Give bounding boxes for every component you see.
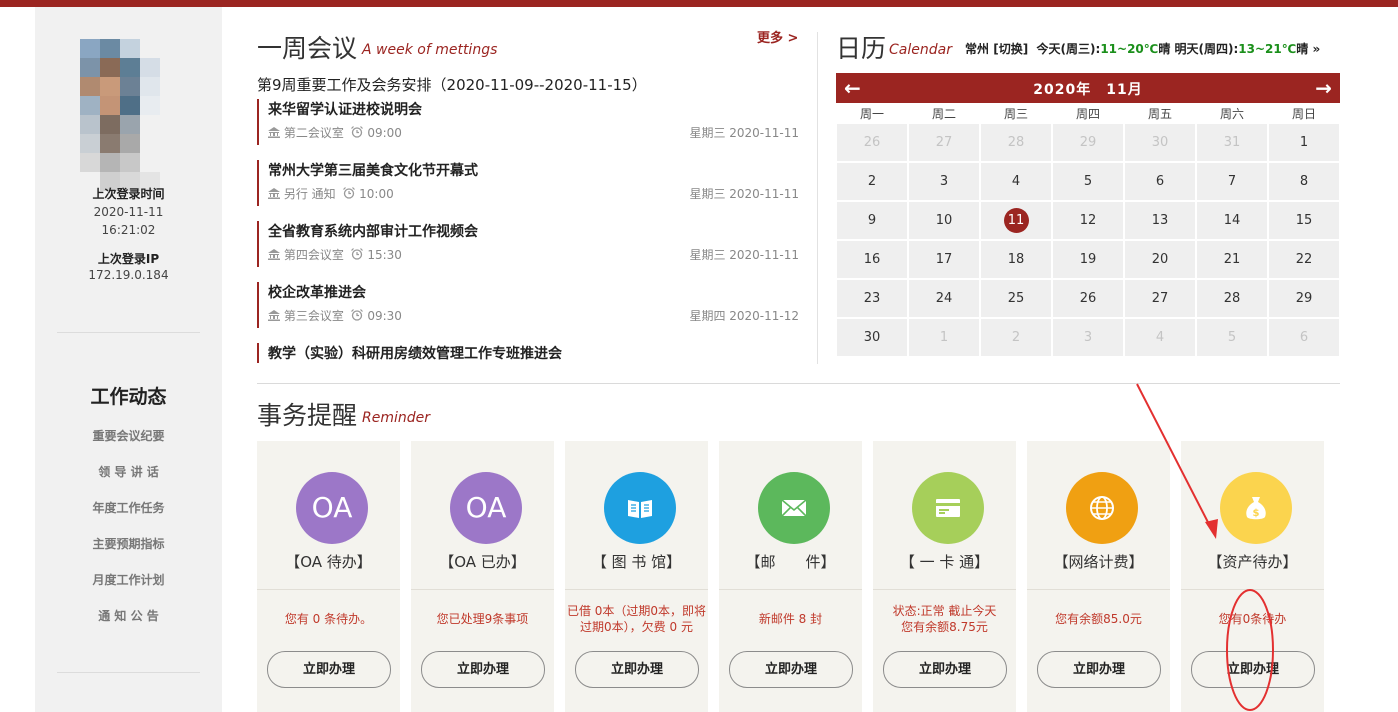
annotation-arrow-line — [1136, 383, 1214, 533]
annotation-arrow-head — [1205, 519, 1218, 539]
annotation-circle — [1226, 589, 1274, 711]
annotation-overlay — [1136, 383, 1274, 711]
